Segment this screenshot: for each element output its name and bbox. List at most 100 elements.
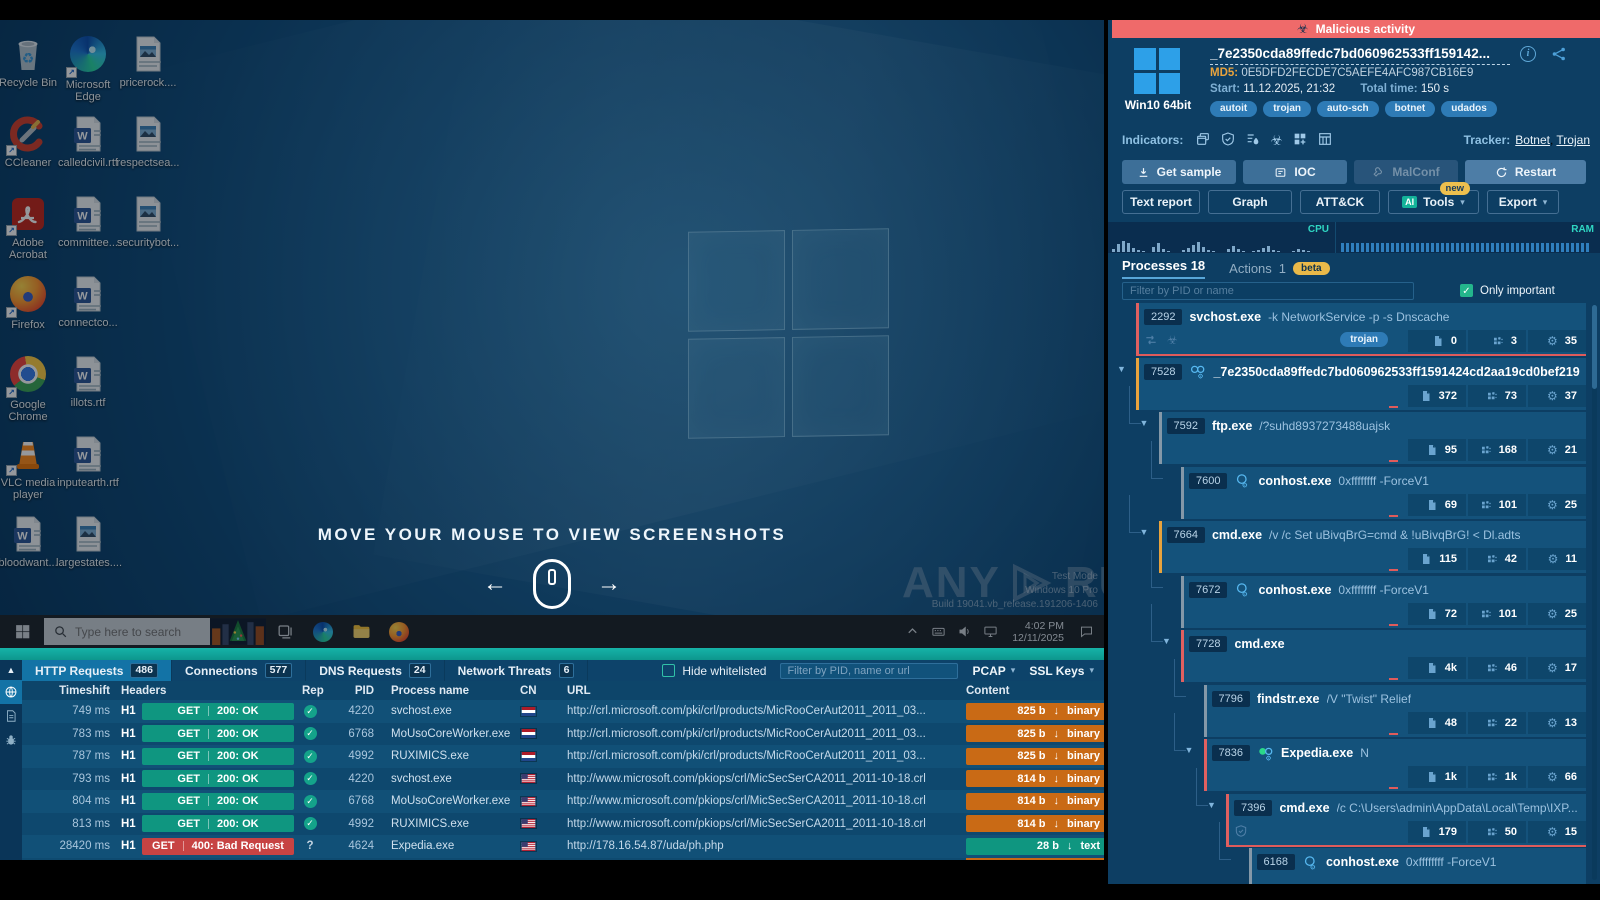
process-filter-input[interactable] [1122,282,1414,300]
att-ck-button[interactable]: ATT&CK [1300,190,1380,214]
process-row-7592[interactable]: ▼7592ftp.exe/?suhd8937273488uajsk95168⚙2… [1159,412,1587,464]
content-badge[interactable]: 814 b↓binary [966,793,1104,810]
files-count[interactable]: 179 [1408,821,1466,843]
content-badge[interactable]: 814 b↓binary [966,815,1104,832]
modules-count[interactable]: 46 [1468,657,1526,679]
files-count[interactable]: 72 [1408,603,1466,625]
process-row-7836[interactable]: ▼7836⚙Expedia.exeN1k1k⚙66 [1204,739,1587,791]
modules-count[interactable]: 50 [1468,821,1526,843]
process-row-6168[interactable]: 6168⚙conhost.exe0xffffffff -ForceV1 [1249,848,1587,884]
collapse-panel-button[interactable]: ▲ [0,660,22,680]
share-icon[interactable] [1550,45,1568,63]
tab-network-threats[interactable]: Network Threats6 [445,660,589,681]
hide-whitelisted-toggle[interactable]: Hide whitelisted [662,664,766,678]
registry-icon[interactable] [1317,131,1333,150]
modules-count[interactable]: 101 [1468,494,1526,516]
graph-button[interactable]: Graph [1208,190,1292,214]
export-button[interactable]: Export▾ [1487,190,1559,214]
content-badge[interactable]: 825 b↓binary [966,703,1104,720]
files-count[interactable]: 69 [1408,494,1466,516]
content-badge[interactable]: 825 b↓binary [966,748,1104,765]
column-header-timeshift[interactable]: Timeshift [22,681,110,700]
files-count[interactable]: 115 [1408,548,1466,570]
tag-autoit[interactable]: autoit [1210,101,1257,117]
ioc-button[interactable]: IOC [1243,160,1347,184]
tab-dns-requests[interactable]: DNS Requests24 [306,660,444,681]
tab-processes[interactable]: Processes 18 [1122,258,1205,279]
process-row-7600[interactable]: 7600⚙conhost.exe0xffffffff -ForceV169101… [1181,467,1586,519]
network-tab-icon[interactable] [0,680,22,704]
network-filter-input[interactable] [780,663,958,679]
collapse-arrow-icon[interactable]: ▼ [1185,745,1194,755]
tab-actions[interactable]: Actions 1 beta [1229,261,1329,276]
content-badge[interactable]: 825 b↓binary [966,725,1104,742]
tag-udados[interactable]: udados [1441,101,1497,117]
process-row-7796[interactable]: 7796findstr.exe/V "Twist" Relief4822⚙13 [1204,685,1587,737]
modules-count[interactable]: 22 [1468,712,1526,734]
process-row-7728[interactable]: ▼7728cmd.exe4k46⚙17 [1181,630,1586,682]
modules-count[interactable]: 1k [1468,766,1526,788]
restart-button[interactable]: Restart [1465,160,1586,184]
column-header-process-name[interactable]: Process name [391,681,511,700]
http-request-row[interactable]: 28420 msH1GET400: Bad Request?4624Expedi… [22,835,1104,858]
modules-count[interactable]: 168 [1468,439,1526,461]
files-tab-icon[interactable] [0,704,22,728]
collapse-arrow-icon[interactable]: ▼ [1140,527,1149,537]
column-header-cn[interactable]: CN [520,681,550,700]
events-count[interactable]: ⚙37 [1528,385,1586,407]
collapse-arrow-icon[interactable]: ▼ [1162,636,1171,646]
events-count[interactable]: ⚙17 [1528,657,1586,679]
pcap-dropdown[interactable]: PCAP▾ [972,664,1015,678]
events-count[interactable]: ⚙15 [1528,821,1586,843]
grid-plus-icon[interactable] [1292,131,1308,150]
http-request-row[interactable]: 804 msH1GET200: OK✓6768MoUsoCoreWorker.e… [22,790,1104,813]
tracker-link-botnet[interactable]: Botnet [1515,133,1550,147]
tab-connections[interactable]: Connections577 [172,660,306,681]
modules-count[interactable]: 73 [1468,385,1526,407]
modules-count[interactable]: 101 [1468,603,1526,625]
process-row-7396[interactable]: ▼7396cmd.exe/c C:\Users\admin\AppData\Lo… [1226,794,1586,846]
get-sample-button[interactable]: Get sample [1122,160,1236,184]
collapse-arrow-icon[interactable]: ▼ [1207,800,1216,810]
process-row-7528[interactable]: ▼7528⚙_7e2350cda89ffedc7bd060962533ff159… [1136,358,1586,410]
collapse-arrow-icon[interactable]: ▼ [1140,418,1149,428]
files-count[interactable]: 0 [1408,330,1466,352]
http-request-row[interactable]: 783 msH1GET200: OK✓6768MoUsoCoreWorker.e… [22,723,1104,746]
column-header-content[interactable]: Content [966,681,1066,700]
info-icon[interactable]: i [1520,46,1536,62]
debug-tab-icon[interactable] [0,728,22,752]
only-important-checkbox[interactable]: ✓ [1460,284,1473,297]
only-important-toggle[interactable]: ✓ Only important [1460,284,1555,297]
content-badge[interactable]: 28 b↓text [966,838,1104,855]
remote-desktop-view[interactable]: ♻Recycle Bin↗Microsoft Edgepricerock....… [0,20,1104,648]
process-scrollbar[interactable] [1592,305,1597,880]
tag-auto-sch[interactable]: auto-sch [1317,101,1379,117]
text-report-button[interactable]: Text report [1122,190,1200,214]
files-count[interactable]: 372 [1408,385,1466,407]
tracker-link-trojan[interactable]: Trojan [1556,133,1590,147]
files-count[interactable]: 48 [1408,712,1466,734]
events-count[interactable]: ⚙21 [1528,439,1586,461]
http-request-row[interactable]: 793 msH1GET200: OK✓4220svchost.exehttp:/… [22,768,1104,791]
http-request-row[interactable]: 787 msH1GET200: OK✓4992RUXIMICS.exehttp:… [22,745,1104,768]
process-row-2292[interactable]: 2292svchost.exe-k NetworkService -p -s D… [1136,303,1586,355]
http-request-row[interactable]: 749 msH1GET200: OK✓4220svchost.exehttp:/… [22,700,1104,723]
process-tag-trojan[interactable]: trojan [1340,332,1388,347]
tools-button[interactable]: AITools▾new [1388,190,1479,214]
biohazard-icon[interactable]: ☣ [1270,132,1283,149]
tag-botnet[interactable]: botnet [1385,101,1436,117]
sample-filename[interactable]: _7e2350cda89ffedc7bd060962533ff159142... [1210,46,1510,65]
events-count[interactable]: ⚙25 [1528,494,1586,516]
column-header-url[interactable]: URL [567,681,867,700]
shield-check-icon[interactable] [1220,131,1236,150]
files-count[interactable]: 1k [1408,766,1466,788]
events-count[interactable]: ⚙35 [1528,330,1586,352]
events-count[interactable]: ⚙66 [1528,766,1586,788]
collapse-arrow-icon[interactable]: ▼ [1117,364,1126,374]
list-fire-icon[interactable] [1245,131,1261,150]
column-header-pid[interactable]: PID [322,681,374,700]
tab-http-requests[interactable]: HTTP Requests486 [22,660,172,681]
modules-count[interactable]: 3 [1468,330,1526,352]
hide-whitelisted-checkbox[interactable] [662,664,675,677]
http-request-row[interactable]: 813 msH1GET200: OK✓4992RUXIMICS.exehttp:… [22,813,1104,836]
